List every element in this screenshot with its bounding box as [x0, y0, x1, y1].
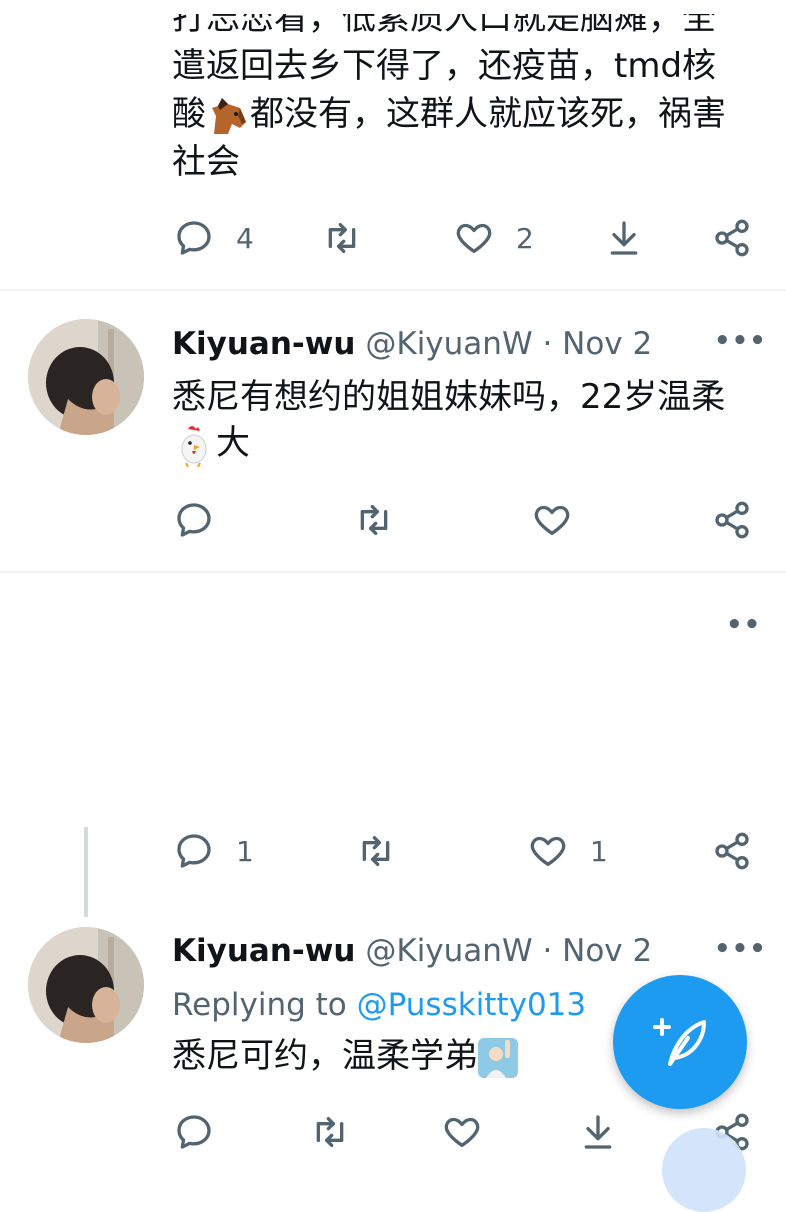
tweet-1-text-line4: 社会	[172, 142, 240, 182]
replying-to-mention[interactable]: @Pusskitty013	[357, 987, 587, 1023]
avatar[interactable]	[28, 319, 144, 435]
share-icon	[715, 832, 749, 870]
like-icon	[534, 505, 570, 535]
like-icon	[530, 836, 566, 866]
like-action[interactable]: 1	[528, 831, 608, 871]
more-icon: •••	[714, 934, 767, 964]
avatar-image	[28, 319, 144, 435]
retweet-action[interactable]	[322, 218, 362, 258]
floating-bubble[interactable]	[662, 1128, 746, 1212]
retweet-icon	[316, 1117, 344, 1147]
display-name[interactable]: Kiyuan-wu	[172, 326, 356, 362]
tweet-1-text-line3: 酸 都没有，这群人就应该死，祸害	[172, 92, 726, 138]
like-icon	[444, 1117, 480, 1147]
retweet-icon	[360, 505, 388, 535]
download-action[interactable]	[604, 218, 644, 258]
compose-tweet-button[interactable]	[613, 975, 747, 1109]
thread-line	[84, 827, 88, 917]
replying-to: Replying to @Pusskitty013	[172, 985, 586, 1025]
rooster-emoji	[181, 425, 207, 467]
more-button[interactable]: •••	[714, 326, 767, 356]
like-action[interactable]: 2	[454, 218, 534, 258]
retweet-action[interactable]	[356, 831, 396, 871]
more-button[interactable]: ••	[726, 610, 761, 640]
reply-action[interactable]	[174, 1112, 214, 1152]
tweet-2-text-line2: 大	[172, 421, 250, 467]
handle-date[interactable]: @KiyuanW · Nov 2	[365, 326, 652, 362]
tweet-2-header: Kiyuan-wu @KiyuanW · Nov 2	[172, 324, 652, 364]
reply-action[interactable]: 4	[174, 218, 254, 258]
like-icon	[456, 223, 492, 253]
share-action[interactable]	[712, 218, 752, 258]
more-button[interactable]: •••	[714, 934, 767, 964]
reply-count: 4	[236, 221, 254, 255]
tweet-4-header: Kiyuan-wu @KiyuanW · Nov 2	[172, 931, 652, 971]
like-count: 2	[516, 221, 534, 255]
compose-tweet-icon	[653, 1018, 706, 1066]
share-action[interactable]	[712, 831, 752, 871]
divider	[0, 571, 786, 573]
retweet-icon	[362, 836, 390, 866]
like-action[interactable]	[532, 500, 572, 540]
more-icon: ••	[726, 610, 762, 640]
avatar[interactable]	[28, 927, 144, 1043]
reply-icon	[177, 1115, 211, 1149]
reply-count: 1	[236, 834, 254, 868]
reply-action[interactable]: 1	[174, 831, 254, 871]
reply-action[interactable]	[174, 500, 214, 540]
tweet-1-text-top: 打忘恋看，低素质人口就是脑瘫，全	[172, 0, 716, 38]
tweet-4-text: 悉尼可约，温柔学弟	[172, 1036, 478, 1076]
display-name[interactable]: Kiyuan-wu	[172, 933, 356, 969]
horse-face-emoji	[212, 97, 246, 134]
tweet-1-text-line2: 遣返回去乡下得了，还疫苗，tmd核	[172, 46, 717, 86]
share-icon	[715, 501, 749, 539]
reply-icon	[177, 834, 211, 868]
like-count: 1	[590, 834, 608, 868]
download-icon	[584, 1115, 612, 1149]
retweet-action[interactable]	[310, 1112, 350, 1152]
more-icon: •••	[714, 326, 767, 356]
tweet-1-text-line3b: 都没有，这群人就应该死，祸害	[250, 94, 726, 134]
handle-date[interactable]: @KiyuanW · Nov 2	[365, 933, 652, 969]
download-action[interactable]	[578, 1112, 618, 1152]
download-icon	[610, 221, 638, 255]
tweet-1-text-line3a: 酸	[172, 94, 206, 134]
avatar-image	[28, 927, 144, 1043]
share-action[interactable]	[712, 500, 752, 540]
reply-icon	[177, 221, 211, 255]
share-icon	[715, 219, 749, 257]
retweet-icon	[328, 223, 356, 253]
like-action[interactable]	[442, 1112, 482, 1152]
tweet-2-text-line2-word: 大	[216, 423, 250, 463]
person-raising-hand-emoji	[478, 1037, 518, 1078]
tweet-4-text-line1: 悉尼可约，温柔学弟	[172, 1034, 518, 1079]
divider	[0, 289, 786, 291]
tweet-2-text-line1: 悉尼有想约的姐姐妹妹吗，22岁温柔	[172, 377, 726, 417]
retweet-action[interactable]	[354, 500, 394, 540]
replying-to-label: Replying to	[172, 987, 347, 1023]
reply-icon	[177, 503, 211, 537]
